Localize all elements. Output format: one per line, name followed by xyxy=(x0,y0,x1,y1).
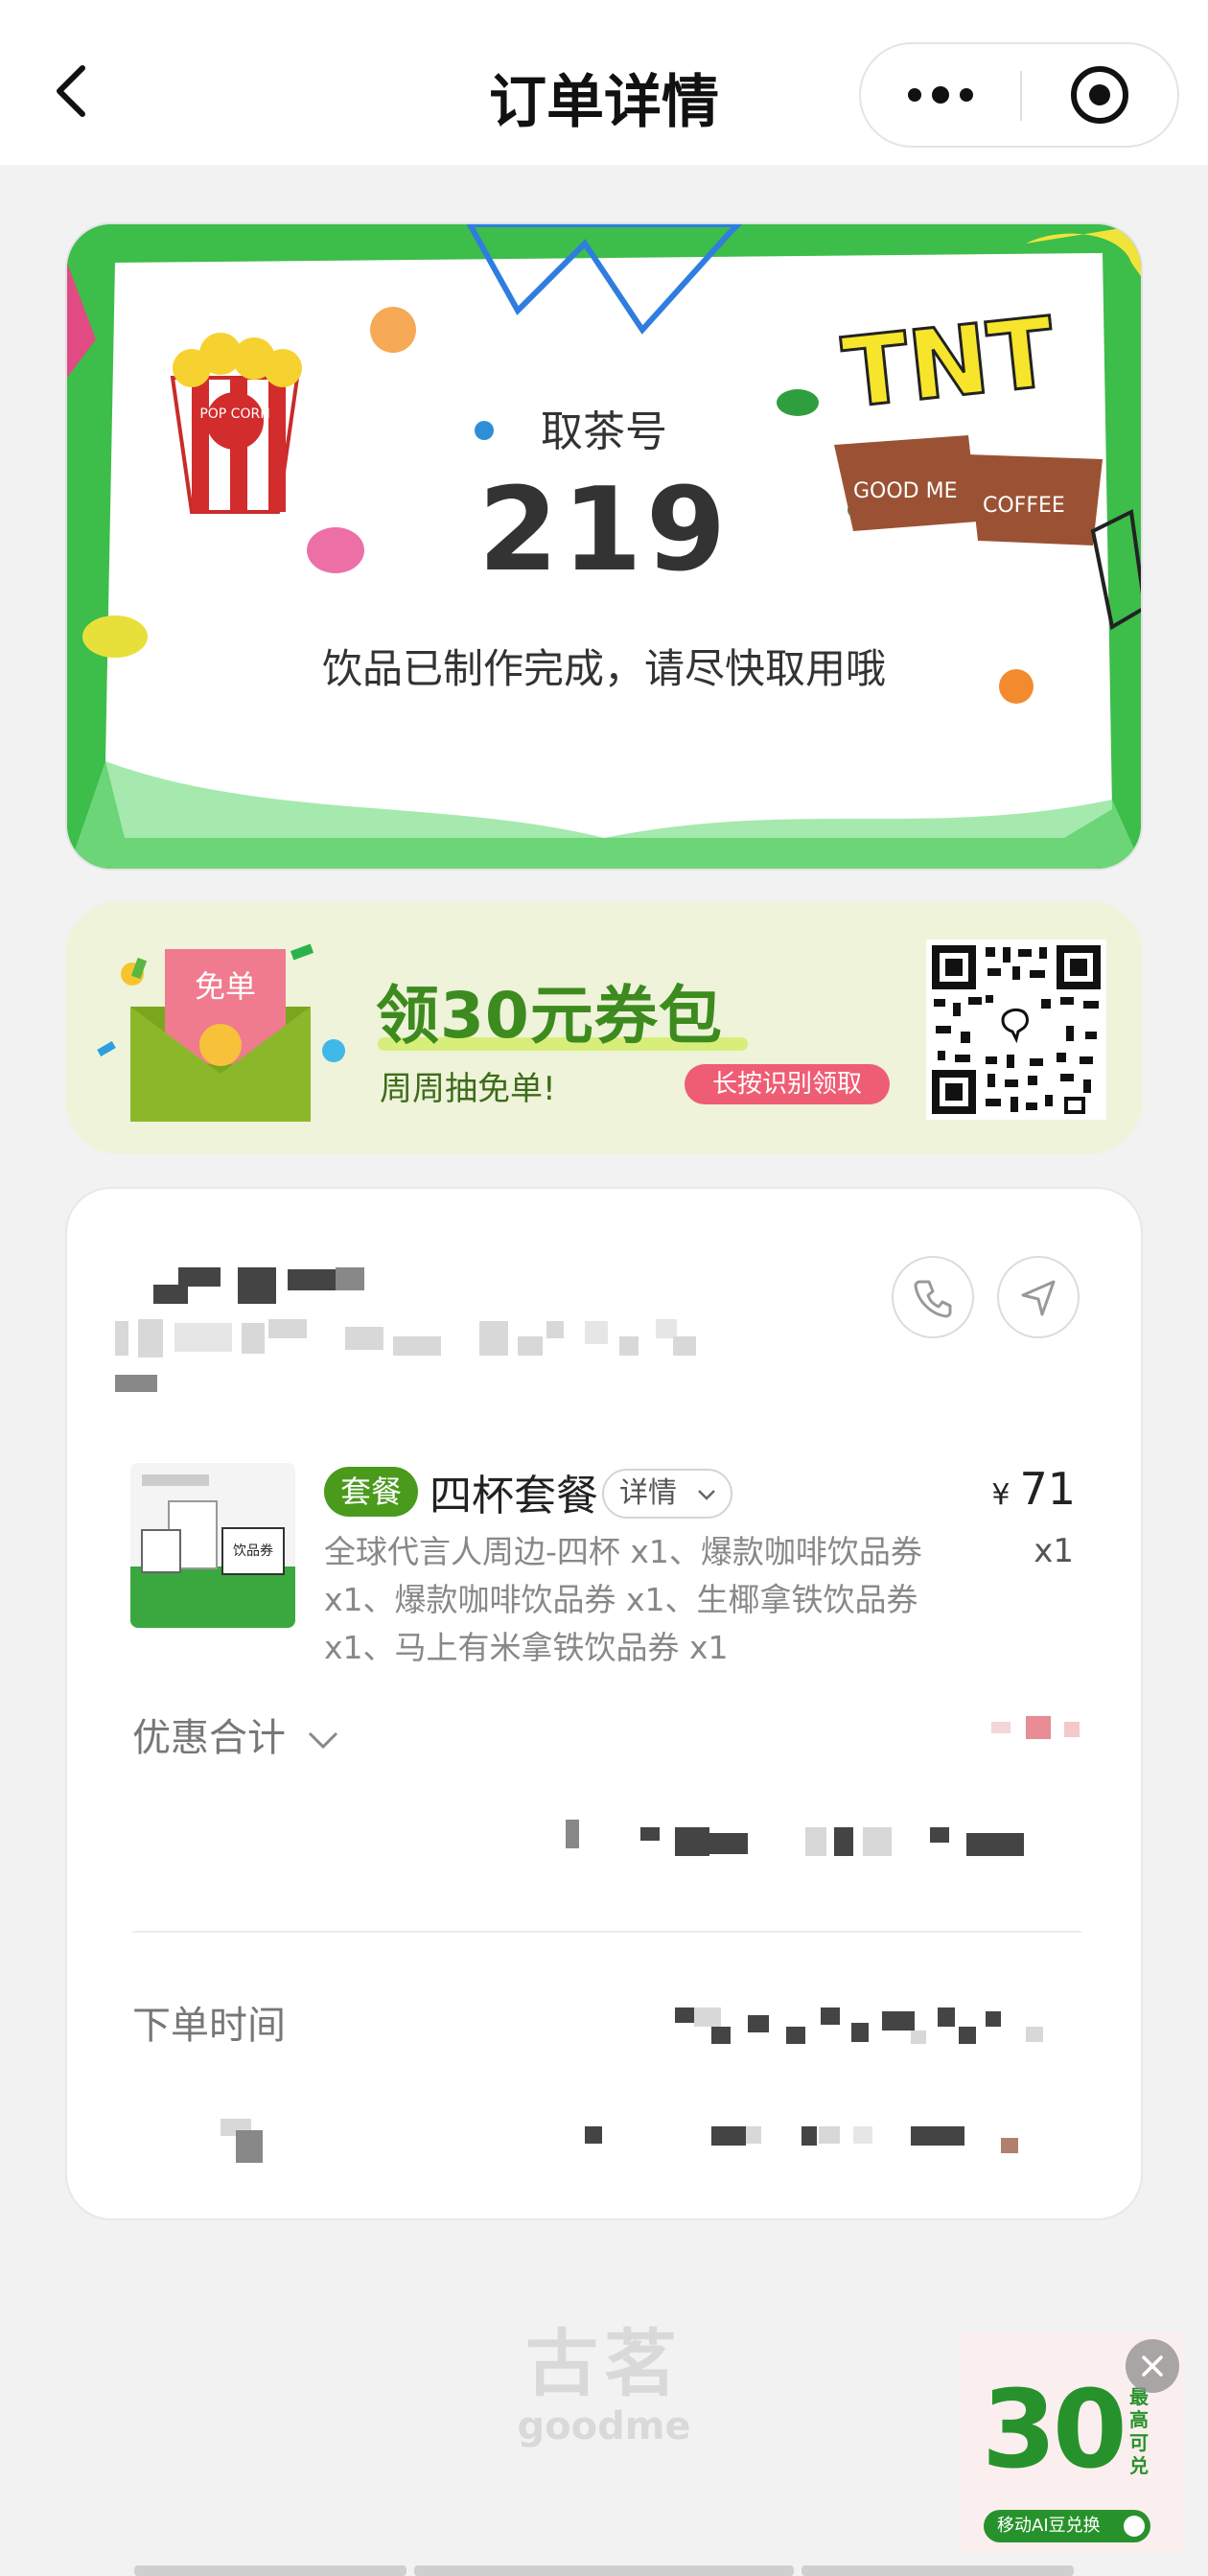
phone-icon xyxy=(914,1280,952,1318)
coupon-title: 领30元券包 xyxy=(376,979,723,1053)
coupon-banner[interactable]: 免单 领30元券包 周周抽免单! 长按识别领取 xyxy=(65,901,1143,1154)
pickup-number: 219 xyxy=(477,464,731,597)
order-time-label: 下单时间 xyxy=(132,2004,286,2048)
mini-program-capsule xyxy=(859,42,1179,148)
coupon-cta-pill[interactable]: 长按识别领取 xyxy=(685,1064,890,1104)
svg-text:饮品券: 饮品券 xyxy=(233,1543,273,1559)
product-detail-button[interactable]: 详情 xyxy=(602,1469,732,1519)
more-dots-icon xyxy=(908,86,973,104)
pickup-number-card: POP CORN TNT GOOD ME COFFEE 取茶号 219 饮品已制… xyxy=(65,222,1143,870)
chevron-down-icon xyxy=(698,1490,715,1500)
bottom-bar-segment xyxy=(414,2565,794,2576)
price-value: 71 xyxy=(1019,1463,1076,1515)
bottom-bar-segment xyxy=(134,2565,407,2576)
qr-code[interactable] xyxy=(926,940,1106,1120)
close-miniprogram-button[interactable] xyxy=(1022,44,1177,146)
product-image: 饮品券 xyxy=(130,1463,295,1628)
arrow-right-icon xyxy=(1124,2516,1145,2537)
call-store-button[interactable] xyxy=(892,1256,974,1338)
pickup-status-message: 饮品已制作完成，请尽快取用哦 xyxy=(321,645,886,692)
navigation-arrow-icon xyxy=(1021,1280,1056,1316)
bottom-bar-segment xyxy=(801,2565,1074,2576)
pickup-label: 取茶号 xyxy=(541,407,667,456)
currency-symbol: ¥ xyxy=(991,1478,1011,1512)
ad-close-button[interactable] xyxy=(1126,2339,1179,2393)
envelope-illustration: 免单 xyxy=(97,943,345,1122)
ad-redeem-pill[interactable]: 移动AI豆兑换 xyxy=(984,2510,1150,2542)
ad-number: 30 xyxy=(982,2368,1127,2493)
envelope-text: 免单 xyxy=(195,968,256,1005)
navigate-store-button[interactable] xyxy=(997,1256,1080,1338)
chevron-down-icon xyxy=(308,1731,337,1750)
combo-tag: 套餐 xyxy=(324,1467,418,1517)
product-description: 全球代言人周边-四杯 x1、爆款咖啡饮品券 x1、爆款咖啡饮品券 x1、生椰拿铁… xyxy=(324,1533,922,1666)
discount-total-toggle[interactable]: 优惠合计 xyxy=(132,1706,340,1762)
more-button[interactable] xyxy=(861,44,1020,146)
close-icon xyxy=(1142,2356,1163,2377)
ad-pill-text: 移动AI豆兑换 xyxy=(997,2516,1101,2536)
product-image-art: 饮品券 xyxy=(130,1463,295,1628)
coupon-subtitle: 周周抽免单! xyxy=(380,1070,556,1108)
ad-side-text: 最高可兑 xyxy=(1129,2385,1149,2477)
product-name: 四杯套餐 xyxy=(430,1472,598,1520)
product-detail-label: 详情 xyxy=(619,1476,677,1510)
top-nav-bar: 订单详情 xyxy=(0,0,1208,165)
section-divider xyxy=(132,1931,1081,1933)
order-detail-card: 饮品券 套餐 四杯套餐 详情 ¥71 x1 全球代言人周边-四杯 x1、爆款咖啡… xyxy=(65,1187,1143,2220)
target-circle-icon xyxy=(1071,66,1128,124)
product-quantity: x1 xyxy=(1034,1532,1074,1570)
product-price: ¥71 xyxy=(991,1463,1076,1515)
discount-total-label: 优惠合计 xyxy=(132,1716,286,1760)
